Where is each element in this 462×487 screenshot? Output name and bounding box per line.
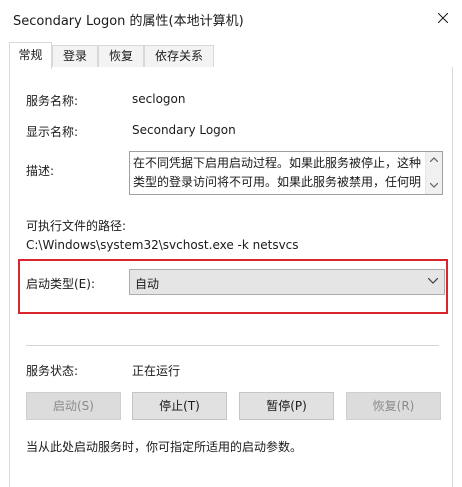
startup-type-select[interactable]: 自动 (129, 269, 445, 295)
description-text: 在不同凭据下启用启动过程。如果此服务被停止，这种 类型的登录访问将不可用。如果此… (133, 154, 423, 192)
scroll-down-arrow-icon[interactable] (430, 183, 438, 188)
tab-dependencies[interactable]: 依存关系 (144, 45, 214, 68)
title-bar: Secondary Logon 的属性(本地计算机) (0, 0, 462, 38)
resume-button[interactable]: 恢复(R) (346, 392, 441, 420)
tab-logon[interactable]: 登录 (52, 45, 98, 68)
section-divider (26, 345, 439, 346)
startup-type-label: 启动类型(E): (26, 277, 95, 291)
close-button[interactable] (422, 0, 462, 36)
service-name-value: seclogon (132, 92, 186, 106)
tab-general[interactable]: 常规 (9, 42, 52, 69)
chevron-down-icon (428, 278, 438, 284)
startup-type-value: 自动 (135, 277, 160, 291)
exe-path-value: C:\Windows\system32\svchost.exe -k netsv… (26, 238, 299, 252)
display-name-value: Secondary Logon (132, 123, 236, 137)
start-parameters-note: 当从此处启动服务时，你可指定所适用的启动参数。 (26, 440, 303, 454)
tab-recovery[interactable]: 恢复 (98, 45, 144, 68)
description-line-1: 在不同凭据下启用启动过程。如果此服务被停止，这种 (133, 156, 422, 170)
service-status-label: 服务状态: (26, 364, 79, 378)
pause-button[interactable]: 暂停(P) (239, 392, 334, 420)
service-name-label: 服务名称: (26, 94, 79, 108)
display-name-label: 显示名称: (26, 125, 79, 139)
window-title: Secondary Logon 的属性(本地计算机) (13, 14, 244, 29)
scroll-up-arrow-icon[interactable] (430, 157, 438, 162)
description-textbox[interactable]: 在不同凭据下启用启动过程。如果此服务被停止，这种 类型的登录访问将不可用。如果此… (129, 151, 443, 195)
service-status-value: 正在运行 (132, 364, 181, 378)
description-label: 描述: (26, 164, 55, 178)
start-button[interactable]: 启动(S) (26, 392, 121, 420)
tab-strip: 常规 登录 恢复 依存关系 (9, 42, 453, 69)
description-line-2: 类型的登录访问将不可用。如果此服务被禁用，任何明 (133, 175, 422, 189)
close-icon (438, 13, 448, 23)
exe-path-label: 可执行文件的路径: (26, 219, 127, 233)
description-scrollbar[interactable] (425, 152, 442, 194)
stop-button[interactable]: 停止(T) (132, 392, 227, 420)
